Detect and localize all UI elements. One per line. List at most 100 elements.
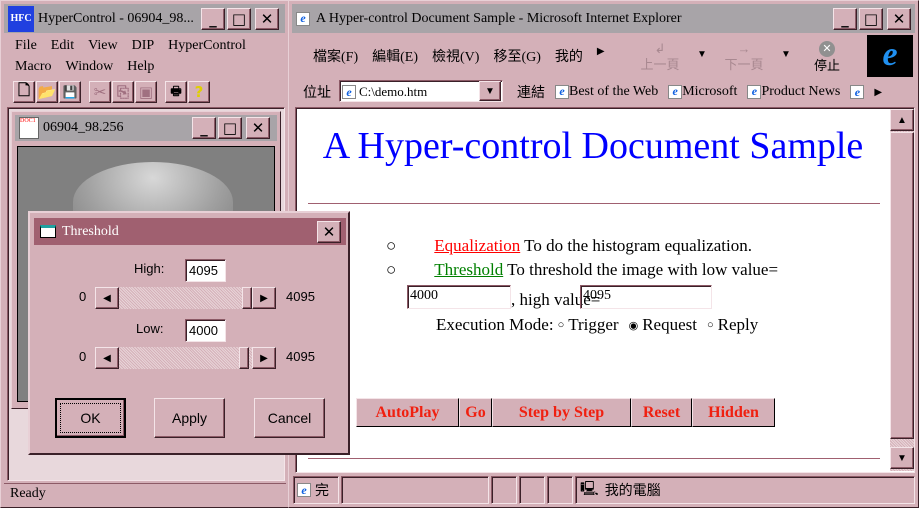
page-icon[interactable]: e — [850, 85, 865, 99]
low-slider-thumb[interactable] — [238, 347, 249, 369]
hidden-button[interactable]: Hidden — [692, 398, 775, 427]
menu-view[interactable]: View — [88, 38, 117, 54]
child-close-button[interactable]: ✕ — [246, 117, 270, 139]
high-min-label: 0 — [79, 289, 87, 304]
ie-window: e A Hyper-control Document Sample - Micr… — [288, 0, 919, 508]
high-slider-track[interactable] — [119, 287, 252, 309]
stop-button[interactable]: ✕ 停止 — [805, 39, 849, 75]
apply-button[interactable]: Apply — [154, 398, 225, 438]
low-slider[interactable]: ◀ ▶ — [95, 347, 276, 369]
high-input[interactable]: 4095 — [185, 259, 226, 282]
menu-file[interactable]: File — [15, 38, 37, 54]
threshold-link[interactable]: Threshold — [434, 260, 503, 279]
my-computer-icon: 🖳 — [580, 482, 599, 497]
maximize-button[interactable]: □ — [227, 8, 251, 30]
low-value-input[interactable]: 4000 — [407, 285, 511, 309]
menu-help[interactable]: Help — [127, 59, 154, 75]
address-dropdown-button[interactable]: ▼ — [479, 81, 501, 101]
menu-window[interactable]: Window — [66, 59, 114, 75]
radio-request[interactable]: ◉ — [629, 319, 639, 332]
mode-label: Execution Mode: — [436, 315, 554, 334]
page-icon: e — [342, 85, 356, 99]
link-best-of-web[interactable]: e Best of the Web — [555, 84, 658, 100]
step-by-step-button[interactable]: Step by Step — [492, 398, 631, 427]
stop-icon: ✕ — [819, 41, 835, 57]
reset-button[interactable]: Reset — [631, 398, 692, 427]
address-label: 位址 — [303, 86, 331, 101]
autoplay-button[interactable]: AutoPlay — [356, 398, 459, 427]
forward-button[interactable]: → 下一頁 — [719, 41, 769, 73]
status-pane — [519, 476, 545, 504]
low-slider-right-button[interactable]: ▶ — [252, 347, 276, 369]
help-icon[interactable]: ? — [188, 81, 210, 103]
low-slider-left-button[interactable]: ◀ — [95, 347, 119, 369]
ie-throbber-logo: e — [867, 35, 913, 77]
minimize-button[interactable]: _ — [201, 8, 225, 30]
cut-icon[interactable]: ✂ — [89, 81, 111, 103]
scroll-thumb[interactable] — [890, 132, 914, 439]
link-product-news[interactable]: e Product News — [747, 84, 840, 100]
high-value-input[interactable]: 4095 — [580, 285, 712, 309]
radio-trigger[interactable]: ○ — [558, 319, 565, 331]
back-dropdown-icon[interactable]: ▼ — [697, 49, 707, 60]
ie-maximize-button[interactable]: □ — [859, 8, 883, 30]
low-slider-track[interactable] — [119, 347, 252, 369]
ie-menu-go[interactable]: 移至(G) — [493, 46, 540, 66]
equalization-link[interactable]: Equalization — [434, 236, 520, 255]
status-pane — [547, 476, 573, 504]
status-pane — [341, 476, 489, 504]
page-icon: e — [747, 84, 762, 99]
save-icon[interactable]: 💾 — [59, 81, 81, 103]
dialog-titlebar[interactable]: Threshold — [34, 218, 346, 245]
child-minimize-button[interactable]: _ — [192, 117, 216, 139]
ie-close-button[interactable]: ✕ — [887, 8, 911, 30]
close-button[interactable]: ✕ — [255, 8, 279, 30]
status-pane — [491, 476, 517, 504]
ie-menu-file[interactable]: 檔案(F) — [313, 46, 358, 66]
high-slider-left-button[interactable]: ◀ — [95, 287, 119, 309]
chevron-right-icon[interactable]: ▶ — [874, 87, 882, 98]
scroll-up-button[interactable]: ▲ — [890, 109, 914, 131]
dialog-window-icon — [40, 225, 56, 238]
print-icon[interactable]: 🖶 — [165, 81, 187, 103]
ie-menu-view[interactable]: 檢視(V) — [432, 46, 479, 66]
menu-hypercontrol[interactable]: HyperControl — [168, 38, 246, 54]
high-slider[interactable]: ◀ ▶ — [95, 287, 276, 309]
go-button[interactable]: Go — [459, 398, 492, 427]
bullet-icon: ○ — [386, 236, 397, 255]
menu-macro[interactable]: Macro — [15, 59, 52, 75]
ie-menu-favorites[interactable]: 我的 — [555, 46, 583, 66]
paste-icon[interactable]: ▣ — [135, 81, 157, 103]
child-maximize-button[interactable]: □ — [218, 117, 242, 139]
copy-icon[interactable]: ⎘ — [112, 81, 134, 103]
high-max-label: 4095 — [286, 289, 315, 304]
ie-menu-edit[interactable]: 編輯(E) — [372, 46, 418, 66]
open-icon[interactable]: 📂 — [36, 81, 58, 103]
high-slider-right-button[interactable]: ▶ — [252, 287, 276, 309]
high-label: High: — [134, 261, 165, 276]
status-text: Ready — [10, 486, 46, 501]
back-button[interactable]: ↲ 上一頁 — [635, 41, 685, 73]
forward-dropdown-icon[interactable]: ▼ — [781, 49, 791, 60]
ie-logo-icon: e — [296, 11, 310, 26]
hfc-logo-icon: HFC — [8, 5, 34, 32]
page-heading: A Hyper-control Document Sample — [322, 125, 864, 167]
new-icon[interactable]: 🗋 — [13, 81, 35, 103]
ie-titlebar[interactable]: e A Hyper-control Document Sample - Micr… — [292, 4, 915, 33]
high-slider-thumb[interactable] — [242, 287, 252, 309]
vertical-scrollbar[interactable]: ▲ ▼ — [890, 109, 914, 471]
ok-button[interactable]: OK — [55, 398, 126, 438]
link-microsoft[interactable]: e Microsoft — [668, 84, 737, 100]
chevron-right-icon[interactable]: ▶ — [597, 46, 605, 66]
list-item-threshold: ○ Threshold To threshold the image with l… — [386, 260, 779, 279]
low-input[interactable]: 4000 — [185, 319, 226, 342]
radio-reply[interactable]: ○ — [707, 319, 714, 331]
scroll-down-button[interactable]: ▼ — [890, 447, 914, 469]
low-max-label: 4095 — [286, 349, 315, 364]
ie-minimize-button[interactable]: _ — [833, 8, 857, 30]
toolbar: 🗋 📂 💾 ✂ ⎘ ▣ 🖶 ? — [13, 81, 210, 103]
dialog-close-button[interactable]: ✕ — [317, 221, 341, 243]
menu-edit[interactable]: Edit — [51, 38, 74, 54]
menu-dip[interactable]: DIP — [132, 38, 155, 54]
cancel-button[interactable]: Cancel — [254, 398, 325, 438]
